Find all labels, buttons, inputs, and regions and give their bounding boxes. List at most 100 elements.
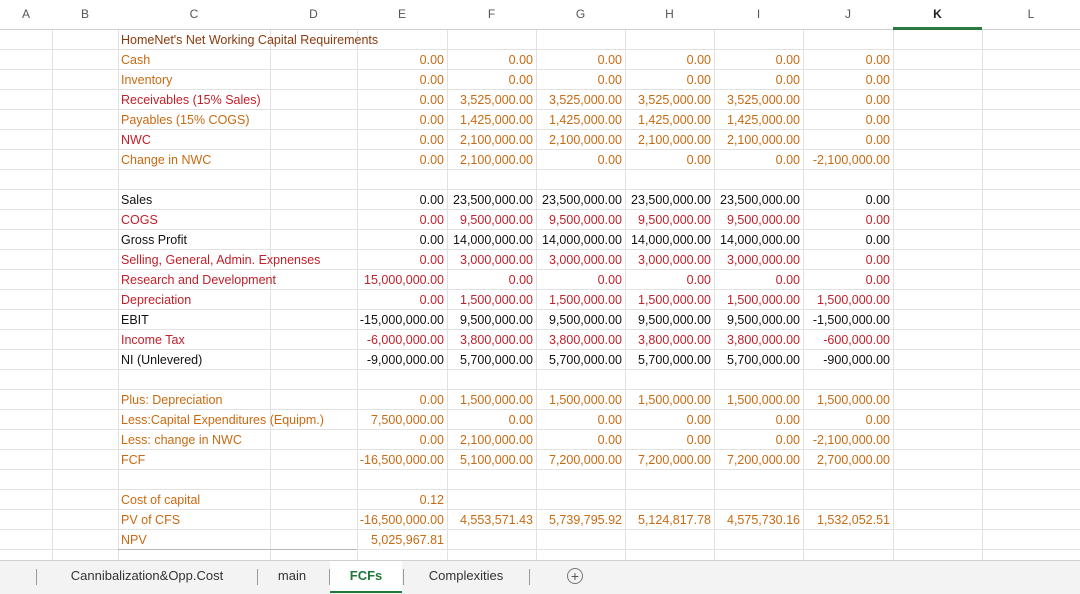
column-header-d[interactable]: D (270, 0, 357, 30)
cell-value[interactable]: 1,500,000.00 (536, 290, 625, 310)
cell-value[interactable]: 0.00 (625, 430, 714, 450)
cell-value[interactable]: 3,525,000.00 (625, 90, 714, 110)
cell-value[interactable]: 9,500,000.00 (536, 210, 625, 230)
cell-value[interactable]: 0.00 (803, 90, 893, 110)
cell-value[interactable]: 3,800,000.00 (536, 330, 625, 350)
cell-value[interactable]: 0.00 (536, 430, 625, 450)
sheet-tab-complexities[interactable]: Complexities (404, 561, 528, 591)
cell-value[interactable]: 0.00 (803, 230, 893, 250)
cell-value[interactable]: 1,500,000.00 (803, 290, 893, 310)
spreadsheet-grid[interactable]: ABCDEFGHIJKLMHomeNet's Net Working Capit… (0, 0, 1080, 560)
cell-value[interactable]: 0.00 (536, 270, 625, 290)
cell-value[interactable]: 1,532,052.51 (803, 510, 893, 530)
cell-value[interactable]: 0.00 (447, 70, 536, 90)
cell-value[interactable]: 1,425,000.00 (714, 110, 803, 130)
cell-value[interactable]: 1,500,000.00 (625, 290, 714, 310)
cell-value[interactable]: 0.12 (357, 490, 447, 510)
cell-value[interactable]: 1,500,000.00 (625, 390, 714, 410)
cell-value[interactable]: 0.00 (625, 50, 714, 70)
cell-value[interactable]: 0.00 (625, 150, 714, 170)
cell-value[interactable]: -2,100,000.00 (803, 150, 893, 170)
cell-value[interactable]: 0.00 (803, 190, 893, 210)
cell-value[interactable]: 0.00 (714, 430, 803, 450)
cell-value[interactable]: 3,000,000.00 (625, 250, 714, 270)
cell-value[interactable]: 1,500,000.00 (536, 390, 625, 410)
cell-value[interactable]: 0.00 (803, 270, 893, 290)
cell-value[interactable]: 0.00 (803, 410, 893, 430)
cell-value[interactable]: 23,500,000.00 (714, 190, 803, 210)
cell-value[interactable]: 5,100,000.00 (447, 450, 536, 470)
cell-value[interactable]: 3,525,000.00 (714, 90, 803, 110)
cell-value[interactable]: 3,000,000.00 (447, 250, 536, 270)
cell-value[interactable]: 15,000,000.00 (357, 270, 447, 290)
cell-value[interactable]: 0.00 (803, 50, 893, 70)
cell-value[interactable]: 7,200,000.00 (714, 450, 803, 470)
column-header-j[interactable]: J (803, 0, 893, 30)
cell-value[interactable]: -15,000,000.00 (357, 310, 447, 330)
cell-value[interactable]: 7,200,000.00 (625, 450, 714, 470)
sheet-tab-cannibalization-opp-cost[interactable]: Cannibalization&Opp.Cost (37, 561, 257, 591)
cell-value[interactable]: 0.00 (803, 210, 893, 230)
plus-circle-icon[interactable]: + (567, 568, 583, 584)
cell-value[interactable]: 0.00 (803, 130, 893, 150)
cell-value[interactable]: 0.00 (714, 150, 803, 170)
column-header-h[interactable]: H (625, 0, 714, 30)
cell-value[interactable]: 9,500,000.00 (447, 310, 536, 330)
column-header-f[interactable]: F (447, 0, 536, 30)
cell-value[interactable]: 0.00 (357, 70, 447, 90)
column-header-i[interactable]: I (714, 0, 803, 30)
cell-value[interactable]: 2,100,000.00 (447, 430, 536, 450)
column-header-b[interactable]: B (52, 0, 118, 30)
cell-value[interactable]: 0.00 (625, 70, 714, 90)
cell-value[interactable]: 0.00 (357, 430, 447, 450)
cell-value[interactable]: 3,800,000.00 (714, 330, 803, 350)
cell-value[interactable]: -600,000.00 (803, 330, 893, 350)
cell-value[interactable]: 0.00 (447, 410, 536, 430)
cell-value[interactable]: 5,025,967.81 (357, 530, 447, 550)
cell-value[interactable]: 5,700,000.00 (536, 350, 625, 370)
cell-value[interactable]: 0.00 (536, 410, 625, 430)
cell-value[interactable]: 2,700,000.00 (803, 450, 893, 470)
cell-value[interactable]: 3,800,000.00 (447, 330, 536, 350)
cell-value[interactable]: -900,000.00 (803, 350, 893, 370)
column-header-a[interactable]: A (0, 0, 52, 30)
cell-value[interactable]: 5,700,000.00 (625, 350, 714, 370)
cell-value[interactable]: 14,000,000.00 (447, 230, 536, 250)
cell-value[interactable]: 0.00 (803, 110, 893, 130)
cell-value[interactable]: 0.00 (357, 290, 447, 310)
cell-value[interactable]: 0.00 (536, 150, 625, 170)
sheet-tab-fcfs[interactable]: FCFs (330, 561, 402, 593)
cell-value[interactable]: 0.00 (357, 110, 447, 130)
cell-value[interactable]: 0.00 (714, 50, 803, 70)
cell-value[interactable]: 9,500,000.00 (625, 310, 714, 330)
cell-value[interactable]: 1,500,000.00 (803, 390, 893, 410)
cell-value[interactable]: 1,500,000.00 (714, 390, 803, 410)
cell-value[interactable]: 0.00 (803, 70, 893, 90)
cell-value[interactable]: -1,500,000.00 (803, 310, 893, 330)
cell-value[interactable]: 1,500,000.00 (714, 290, 803, 310)
cell-value[interactable]: -9,000,000.00 (357, 350, 447, 370)
cell-value[interactable]: 0.00 (625, 410, 714, 430)
column-header-e[interactable]: E (357, 0, 447, 30)
cell-value[interactable]: 2,100,000.00 (447, 150, 536, 170)
cell-value[interactable]: 1,425,000.00 (625, 110, 714, 130)
cell-value[interactable]: 9,500,000.00 (625, 210, 714, 230)
cell-value[interactable]: 5,700,000.00 (447, 350, 536, 370)
column-header-l[interactable]: L (982, 0, 1080, 30)
cell-value[interactable]: 3,525,000.00 (447, 90, 536, 110)
cell-value[interactable]: 0.00 (536, 70, 625, 90)
cell-value[interactable]: 0.00 (357, 250, 447, 270)
cell-value[interactable]: 0.00 (357, 210, 447, 230)
cell-value[interactable]: 5,124,817.78 (625, 510, 714, 530)
column-header-k[interactable]: K (893, 0, 982, 30)
cell-value[interactable]: 3,000,000.00 (536, 250, 625, 270)
cell-value[interactable]: 0.00 (357, 50, 447, 70)
cell-value[interactable]: 9,500,000.00 (447, 210, 536, 230)
cell-value[interactable]: 0.00 (447, 50, 536, 70)
cell-value[interactable]: 3,800,000.00 (625, 330, 714, 350)
cell-value[interactable]: 4,553,571.43 (447, 510, 536, 530)
cell-value[interactable]: 0.00 (714, 270, 803, 290)
cell-value[interactable]: 0.00 (625, 270, 714, 290)
cell-value[interactable]: 14,000,000.00 (625, 230, 714, 250)
cell-value[interactable]: 5,700,000.00 (714, 350, 803, 370)
